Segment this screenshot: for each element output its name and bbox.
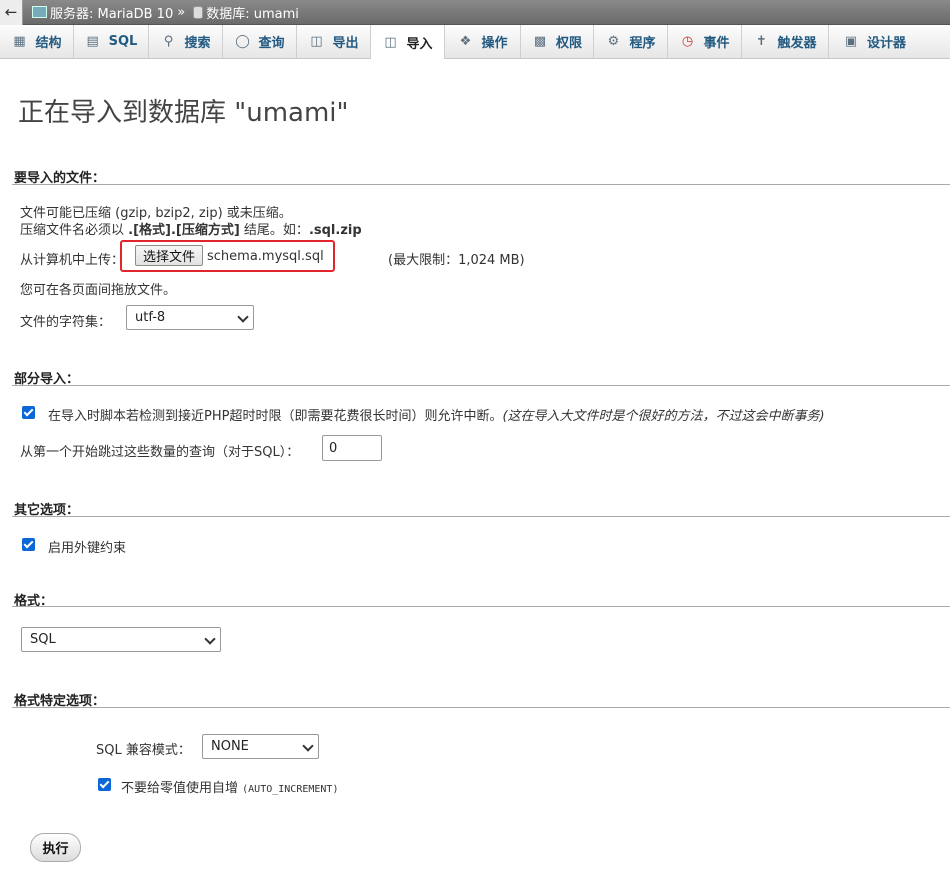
skip-label: 从第一个开始跳过这些数量的查询（对于SQL）： xyxy=(20,445,300,460)
privileges-icon: ▩ xyxy=(533,34,547,49)
tab-label: 导入 xyxy=(406,36,433,52)
choose-file-button[interactable]: 选择文件 xyxy=(135,245,203,266)
back-arrow-icon[interactable]: ← xyxy=(0,0,23,25)
tab-label: 操作 xyxy=(481,36,508,51)
tab-designer[interactable]: ▣ 设计器 xyxy=(829,25,920,58)
upload-label: 从计算机中上传： xyxy=(20,253,125,268)
database-icon xyxy=(193,5,204,19)
tab-privileges[interactable]: ▩ 权限 xyxy=(521,25,594,58)
naming-format: .[格式].[压缩方式] xyxy=(128,223,240,238)
no-auto-increment-label: 不要给零值使用自增 (AUTO_INCREMENT) xyxy=(121,777,338,796)
auto-inc-text: 不要给零值使用自增 xyxy=(121,781,243,796)
naming-example: .sql.zip xyxy=(308,223,362,238)
structure-icon: ▦ xyxy=(13,34,26,49)
breadcrumb-server[interactable]: 服务器: MariaDB 10 xyxy=(50,3,173,22)
breadcrumb: 服务器: MariaDB 10 » 数据库: umami xyxy=(32,3,299,22)
no-auto-increment-checkbox[interactable] xyxy=(98,778,111,791)
tab-bar: ▦ 结构 ▤ SQL ⚲ 搜索 ◯ 查询 ◫ 导出 ◫ 导入 ❖ 操作 ▩ 权限… xyxy=(0,25,950,59)
interrupt-text: 在导入时脚本若检测到接近PHP超时时限（即需要花费很长时间）则允许中断。 xyxy=(48,409,503,424)
max-size-note: (最大限制：1,024 MB) xyxy=(388,253,525,268)
divider xyxy=(12,184,950,185)
interrupt-label: 在导入时脚本若检测到接近PHP超时时限（即需要花费很长时间）则允许中断。(这在导… xyxy=(48,405,825,424)
divider xyxy=(12,606,950,607)
naming-prefix: 压缩文件名必须以 xyxy=(20,223,129,238)
skip-queries-input[interactable]: 0 xyxy=(322,435,382,461)
tab-label: 搜索 xyxy=(184,36,211,51)
breadcrumb-database[interactable]: 数据库: umami xyxy=(206,3,299,22)
export-icon: ◫ xyxy=(310,34,323,49)
naming-mid: 结尾。如： xyxy=(239,223,309,238)
wrench-icon: ❖ xyxy=(459,34,472,49)
tab-label: 触发器 xyxy=(777,36,817,51)
foreign-key-label: 启用外键约束 xyxy=(48,541,127,556)
auto-inc-code: (AUTO_INCREMENT) xyxy=(242,784,339,795)
page-title: 正在导入到数据库 "umami" xyxy=(18,98,349,128)
import-icon: ◫ xyxy=(384,34,397,50)
triggers-icon: ✝ xyxy=(756,34,767,49)
charset-value: utf-8 xyxy=(135,310,166,325)
tab-label: 查询 xyxy=(258,36,285,51)
naming-note: 压缩文件名必须以 .[格式].[压缩方式] 结尾。如：.sql.zip xyxy=(20,219,362,238)
chevron-down-icon xyxy=(237,310,249,323)
format-value: SQL xyxy=(30,632,56,647)
tab-events[interactable]: ◷ 事件 xyxy=(668,25,742,58)
interrupt-note: (这在导入大文件时是个很好的方法，不过这会中断事务) xyxy=(502,409,825,424)
sql-compat-value: NONE xyxy=(211,739,249,754)
clock-icon: ◷ xyxy=(681,34,694,49)
skip-value: 0 xyxy=(329,440,338,456)
interrupt-checkbox[interactable] xyxy=(22,406,35,419)
foreign-key-checkbox[interactable] xyxy=(22,538,35,551)
divider xyxy=(12,516,950,517)
tab-label: 事件 xyxy=(703,36,730,51)
divider xyxy=(12,385,950,386)
charset-label: 文件的字符集： xyxy=(20,315,112,330)
tab-label: 程序 xyxy=(629,36,656,51)
tab-label: 结构 xyxy=(35,36,62,51)
divider xyxy=(12,707,950,708)
breadcrumb-bar: ← 服务器: MariaDB 10 » 数据库: umami xyxy=(0,0,950,25)
tab-label: 权限 xyxy=(555,36,582,51)
sql-compat-label: SQL 兼容模式： xyxy=(96,743,191,758)
sql-icon: ▤ xyxy=(86,34,99,49)
format-select[interactable]: SQL xyxy=(21,627,221,652)
tab-export[interactable]: ◫ 导出 xyxy=(297,25,371,58)
go-button[interactable]: 执行 xyxy=(30,833,81,862)
chevron-down-icon xyxy=(204,632,216,645)
chevron-down-icon xyxy=(302,739,314,752)
tab-sql[interactable]: ▤ SQL xyxy=(74,25,149,58)
tab-triggers[interactable]: ✝ 触发器 xyxy=(742,25,829,58)
designer-icon: ▣ xyxy=(844,34,858,49)
tab-label: 设计器 xyxy=(866,36,906,51)
tab-structure[interactable]: ▦ 结构 xyxy=(0,25,74,58)
tab-label: SQL xyxy=(108,34,138,49)
routines-icon: ⚙ xyxy=(607,34,620,49)
drag-note: 您可在各页面间拖放文件。 xyxy=(20,283,177,298)
server-icon xyxy=(32,6,47,18)
chosen-file-name: schema.mysql.sql xyxy=(207,249,324,264)
tab-operations[interactable]: ❖ 操作 xyxy=(445,25,521,58)
tab-label: 导出 xyxy=(332,36,359,51)
tab-routines[interactable]: ⚙ 程序 xyxy=(594,25,668,58)
query-icon: ◯ xyxy=(235,34,250,49)
sql-compat-select[interactable]: NONE xyxy=(202,734,319,759)
tab-import[interactable]: ◫ 导入 xyxy=(371,25,445,59)
search-icon: ⚲ xyxy=(163,34,174,49)
tab-query[interactable]: ◯ 查询 xyxy=(223,25,297,58)
tab-search[interactable]: ⚲ 搜索 xyxy=(149,25,223,58)
breadcrumb-separator: » xyxy=(177,4,186,20)
charset-select[interactable]: utf-8 xyxy=(126,305,254,330)
